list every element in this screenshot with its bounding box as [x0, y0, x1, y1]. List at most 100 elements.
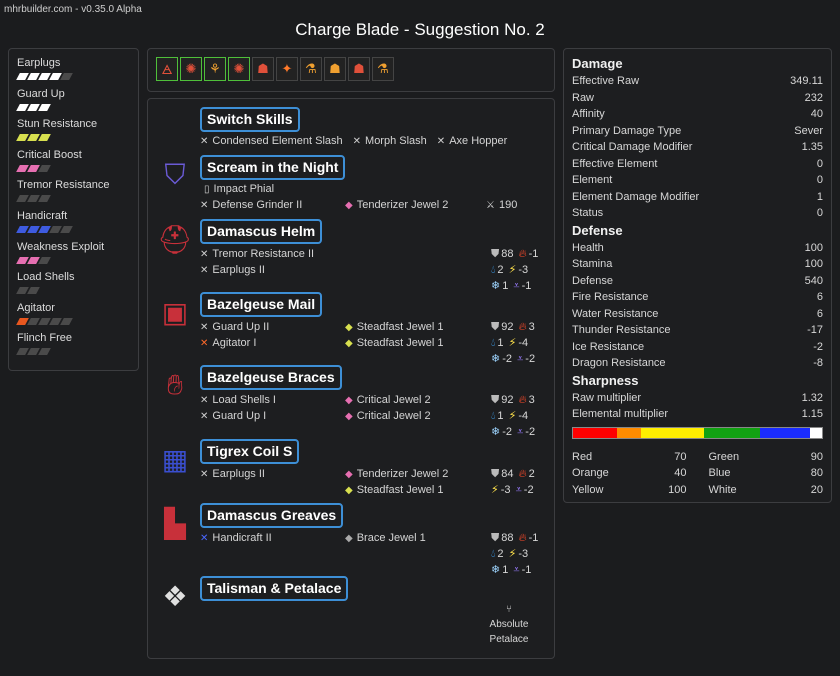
sword-icon: ✕ [200, 135, 209, 147]
braces-skill-1: Load Shells I [212, 394, 276, 406]
ice-icon: ❄︎ [491, 564, 501, 576]
weapon-skill: Defense Grinder II [212, 199, 303, 211]
greaves-jewel-1: Brace Jewel 1 [356, 532, 426, 544]
sharpness-segment-green [703, 427, 760, 438]
damage-heading: Damage [572, 56, 623, 71]
coil-title[interactable]: Tigrex Coil S [200, 439, 300, 464]
stat-value: Sever [794, 124, 823, 137]
stat-label: Thunder Resistance [572, 324, 671, 336]
skills-panel: Earplugs Guard Up Stun Resistance Critical … [8, 48, 139, 371]
braces-skill-2: Guard Up I [212, 410, 267, 422]
weapon-title[interactable]: Scream in the Night [200, 155, 346, 180]
braces-jewel-2: Critical Jewel 2 [356, 410, 431, 422]
skill-level-bar [16, 195, 130, 203]
jewel-icon: ◆ [345, 394, 353, 406]
jewel-red-icon[interactable]: ☗ [252, 57, 274, 81]
gauntlet-icon: ✋︎ [167, 368, 183, 400]
weapon-jewel: Tenderizer Jewel 2 [356, 199, 449, 211]
thunder-icon: ⚡︎ [508, 548, 517, 560]
water-icon: 💧︎ [491, 337, 496, 349]
skill-entry[interactable]: Load Shells [16, 271, 130, 302]
helm-title[interactable]: Damascus Helm [200, 219, 323, 244]
jewel-yellow-icon[interactable]: ☗ [324, 57, 346, 81]
stat-row: Primary Damage Type Sever [572, 123, 823, 140]
stat-label: Affinity [572, 108, 605, 120]
stat-value: 1.15 [801, 408, 823, 420]
greaves-title[interactable]: Damascus Greaves [200, 503, 344, 528]
water-icon: 💧︎ [491, 410, 496, 422]
sharpness-color-label: White [708, 483, 737, 496]
sharpness-color-value: 80 [810, 467, 823, 479]
mail-skill-1: Guard Up II [212, 321, 270, 333]
skill-entry[interactable]: Stun Resistance [16, 118, 130, 149]
sharpness-color-value: 100 [668, 483, 687, 496]
skill-level-pip [38, 348, 51, 356]
jewel-yellow-icon[interactable]: ⚗ [300, 57, 322, 81]
skill-entry[interactable]: Handicraft [16, 210, 130, 241]
stat-label: Status [572, 207, 604, 219]
helm-skill-1: Tremor Resistance II [212, 248, 315, 260]
sword-icon: ✕ [200, 199, 209, 211]
sharpness-bar [572, 426, 823, 439]
sword-icon: ✕ [200, 394, 209, 406]
skill-entry[interactable]: Agitator [16, 302, 130, 333]
thunder-icon: ⚡︎ [508, 337, 517, 349]
talisman-title[interactable]: Talisman & Petalace [200, 576, 349, 601]
stat-value: 540 [804, 274, 823, 287]
sword-icon: ✕ [200, 410, 209, 422]
sharpness-heading: Sharpness [572, 372, 639, 388]
jewel-icon: ◆ [345, 484, 353, 496]
jewel-yellow-icon[interactable]: ⚗ [372, 57, 394, 81]
jewel-green-icon[interactable]: ✺ [180, 57, 202, 81]
skill-entry[interactable]: Guard Up [16, 87, 130, 119]
skill-name: Critical Boost [17, 148, 82, 161]
jewel-red-icon[interactable]: ☗ [348, 57, 370, 81]
attack-icon: ⚔ [486, 199, 495, 211]
water-icon: 💧︎ [491, 264, 496, 276]
mail-title[interactable]: Bazelgeuse Mail [200, 292, 323, 317]
stats-panel: Damage Effective Raw 349.11 Raw 232 Affinity… [563, 48, 832, 503]
fire-icon: 🔥︎ [518, 321, 527, 333]
jewel-sparkle-icon[interactable]: ✦ [276, 57, 298, 81]
stat-value: 40 [810, 108, 823, 120]
sharpness-segment-yellow [641, 427, 704, 438]
dragon-icon: ⩡ [517, 426, 524, 438]
skill-name: Load Shells [17, 271, 75, 284]
dragon-icon: ⩡ [517, 353, 524, 365]
sharpness-values: Red 70 Green 90 Orange 40 Blue 80 Yellow 100 White… [572, 449, 823, 499]
skill-entry[interactable]: Earplugs [16, 57, 130, 88]
greaves-stats: ⛊ 88 🔥︎ -1 💧︎ 2 ⚡︎ -3 ❄︎ 1 ⩡ -1 [491, 532, 539, 576]
skill-entry[interactable]: Weakness Exploit [16, 241, 130, 272]
jewel-green-icon[interactable]: ✺ [228, 57, 250, 81]
stat-label: Dragon Resistance [572, 357, 666, 369]
defense-icon: ⛊ [491, 321, 500, 333]
water-icon: 💧︎ [491, 548, 496, 560]
jewel-icon: ◆ [345, 337, 353, 349]
stat-row: Effective Raw 349.11 [572, 73, 823, 90]
mail-skill-2: Agitator I [212, 337, 257, 349]
stat-row: Ice Resistance -2 [572, 339, 823, 356]
switch-skills-title[interactable]: Switch Skills [200, 107, 300, 132]
stat-value: 0 [816, 207, 823, 219]
jewel-red-icon[interactable]: 🜁 [156, 57, 178, 81]
stat-row: Raw 232 [572, 90, 823, 107]
sharpness-value-row: Blue 80 [709, 465, 824, 482]
stat-row: Fire Resistance 6 [572, 289, 823, 306]
sword-icon: ✕ [200, 248, 209, 260]
skill-name: Tremor Resistance [17, 179, 110, 192]
skill-entry[interactable]: Flinch Free [16, 332, 130, 363]
stat-value: 100 [804, 241, 823, 254]
jewel-icon: ◆ [345, 532, 353, 544]
braces-title[interactable]: Bazelgeuse Braces [200, 365, 342, 390]
skill-entry[interactable]: Critical Boost [16, 148, 130, 180]
defense-icon: ⛊ [491, 532, 500, 544]
stat-row: Elemental multiplier 1.15 [572, 406, 823, 423]
skill-entry[interactable]: Tremor Resistance [16, 179, 130, 210]
braces-stats: ⛊ 92 🔥︎ 3 💧︎ 1 ⚡︎ -4 ❄︎ -2 ⩡ -2 [491, 394, 536, 438]
fire-icon: 🔥︎ [518, 468, 527, 480]
jewel-yellow-icon[interactable]: ⚘ [204, 57, 226, 81]
skill-level-bar [16, 225, 130, 233]
sharpness-segment-orange [616, 427, 642, 438]
skill-name: Guard Up [17, 87, 65, 100]
stat-row: Element 0 [572, 172, 823, 189]
